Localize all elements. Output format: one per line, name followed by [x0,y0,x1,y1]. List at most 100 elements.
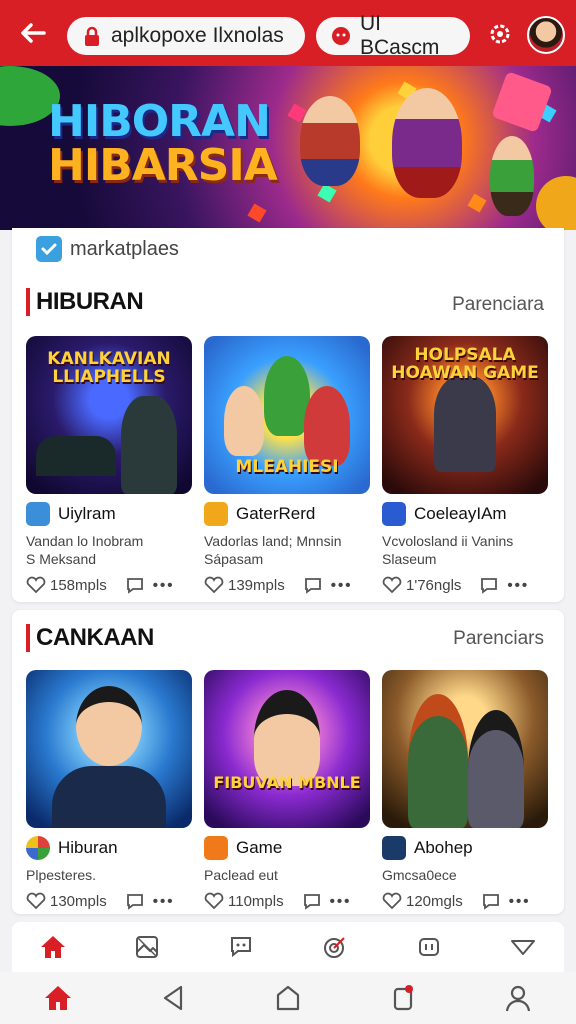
heart-icon[interactable] [204,576,224,594]
section-heading: HIBURAN [26,288,144,316]
game-thumbnail[interactable]: KANLKAVIAN LLIAPHELLS [26,336,192,494]
gear-icon[interactable] [486,20,514,48]
more-options-icon[interactable]: ••• [509,893,531,910]
gallery-icon[interactable] [132,932,162,962]
app-icon [26,502,50,526]
like-count: 110mpls [228,892,284,910]
app-icon [382,836,406,860]
game-thumbnail[interactable]: MLEAHIESI [204,336,370,494]
target-icon[interactable] [320,932,350,962]
more-options-icon[interactable]: ••• [331,577,353,594]
character-art [52,766,166,828]
banner-decoration [536,176,576,230]
comment-icon[interactable] [481,892,501,910]
section-title: CANKAAN [36,624,154,651]
comment-icon[interactable] [479,576,499,594]
character-art [36,436,116,476]
app-description-1: Gmcsa0ece [382,867,457,883]
app-name: CoeleayIAm [414,504,507,523]
notification-icon[interactable] [388,983,418,1013]
app-icon [204,836,228,860]
hero-banner[interactable]: HIBORAN HIBARSIA [0,66,576,230]
back-arrow-icon[interactable] [18,18,54,48]
character-art [224,386,264,456]
profile-icon[interactable] [503,983,533,1013]
send-icon[interactable] [508,932,538,962]
game-thumbnail[interactable]: HOLPSALA HOAWAN GAME [382,336,548,494]
gamepad-icon[interactable] [414,932,444,962]
home-icon[interactable] [38,932,68,962]
game-tile[interactable]: MLEAHIESI GaterRerd Vadorlas land; Mnnsi… [204,336,370,594]
app-description-1: Vandan lo Inobram [26,533,144,549]
more-options-icon[interactable]: ••• [153,577,175,594]
banner-decoration [317,183,337,203]
game-tile[interactable]: FIBUVAN MBNLE Game Paclead eut 110mpls •… [204,670,370,910]
system-navigation-bar [0,972,576,1024]
heart-icon[interactable] [26,892,46,910]
game-tile[interactable]: KANLKAVIAN LLIAPHELLS Uiylram Vandan lo … [26,336,192,594]
app-name: GaterRerd [236,504,316,523]
home-icon[interactable] [43,983,73,1013]
character-art [392,88,462,198]
heart-icon[interactable] [382,892,402,910]
heart-icon[interactable] [382,576,402,594]
game-thumbnail[interactable] [382,670,548,828]
app-description-2: S Meksand [26,551,97,567]
back-icon[interactable] [158,983,188,1013]
chat-pill[interactable]: UI BCascm [316,12,470,59]
app-name: Abohep [414,838,473,857]
more-options-icon[interactable]: ••• [153,893,175,910]
more-options-icon[interactable]: ••• [507,577,529,594]
avatar[interactable] [527,16,565,54]
app-description-1: Paclead eut [204,867,278,883]
app-name: Hiburan [58,838,118,857]
app-icon [382,502,406,526]
chat-pill-label: UI BCascm [360,12,440,59]
character-art [434,376,496,472]
comment-icon[interactable] [303,576,323,594]
like-count: 130mpls [50,892,107,910]
check-icon [36,236,62,262]
app-description-1: Vcvolosland ii Vanins [382,533,514,549]
comment-icon[interactable] [125,576,145,594]
game-tile[interactable]: HOLPSALA HOAWAN GAME CoeleayIAm Vcvolosl… [382,336,548,594]
section-more-link[interactable]: Parenciars [453,628,544,650]
more-options-icon[interactable]: ••• [330,893,352,910]
character-art [468,710,524,828]
top-app-bar: aplkopoxe Ilxnolas UI BCascm [0,0,576,66]
section-more-link[interactable]: Parenciara [452,294,544,316]
bottom-tab-bar [12,922,564,972]
like-count: 158mpls [50,576,107,594]
character-art [408,694,468,828]
app-icon [204,502,228,526]
section-accent-bar [26,288,30,316]
banner-title-line1: HIBORAN [48,96,271,147]
banner-title-line2: HIBARSIA [48,140,278,191]
chat-icon [330,25,352,47]
heart-icon[interactable] [204,892,224,910]
chat-icon[interactable] [226,932,256,962]
lock-icon [81,25,103,47]
thumbnail-title: FIBUVAN MBNLE [213,773,361,792]
app-description-1: Plpesteres. [26,867,97,883]
url-pill[interactable]: aplkopoxe Ilxnolas [67,17,305,55]
app-name: Uiylram [58,504,116,523]
game-tile[interactable]: Hiburan Plpesteres. 130mpls ••• [26,670,192,910]
app-icon [26,836,50,860]
game-thumbnail[interactable] [26,670,192,828]
comment-icon[interactable] [125,892,145,910]
banner-decoration [467,193,487,213]
marketplace-row[interactable]: markatplaes [36,236,179,262]
character-art [76,686,142,766]
thumbnail-title: HOLPSALA HOAWAN GAME [391,345,539,383]
game-tile[interactable]: Abohep Gmcsa0ece 120mgls ••• [382,670,548,910]
banner-decoration [247,203,267,223]
thumbnail-title: KANLKAVIAN LLIAPHELLS [47,349,171,387]
circle-home-icon[interactable] [273,983,303,1013]
section-card-hiburan: markatplaes HIBURAN Parenciara KANLKAVIA… [12,228,564,602]
comment-icon[interactable] [302,892,322,910]
game-thumbnail[interactable]: FIBUVAN MBNLE [204,670,370,828]
like-count: 139mpls [228,576,285,594]
app-description-1: Vadorlas land; Mnnsin [204,533,342,549]
heart-icon[interactable] [26,576,46,594]
